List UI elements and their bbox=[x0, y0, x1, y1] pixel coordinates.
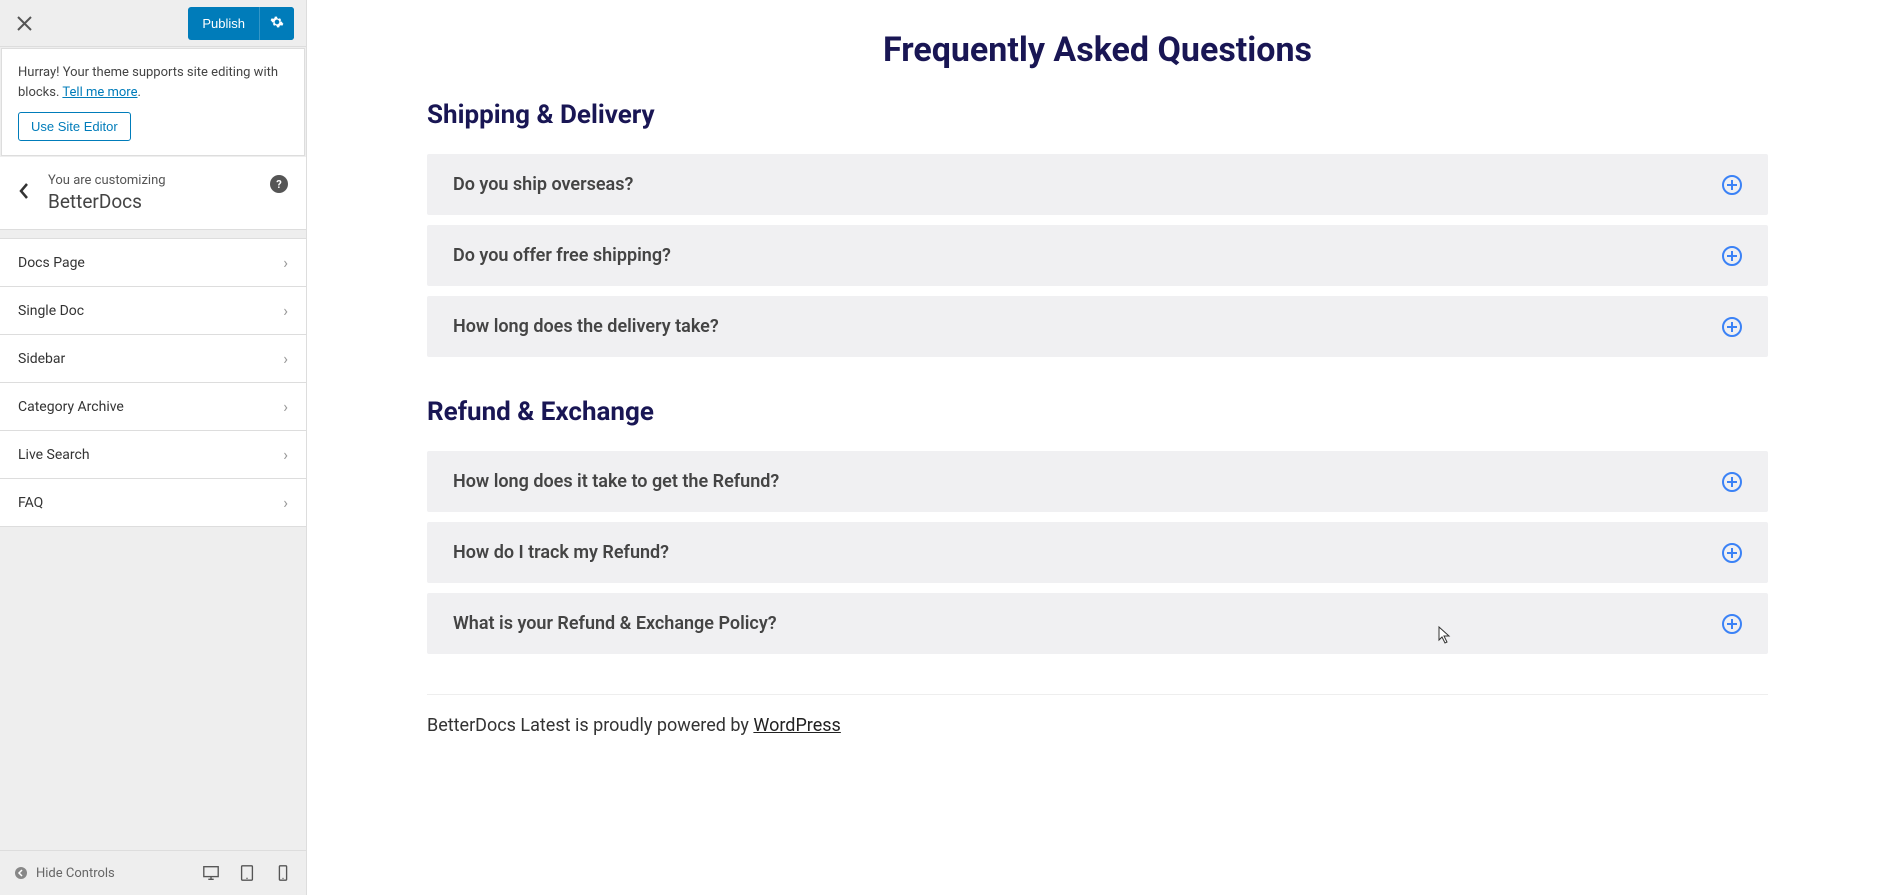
chevron-right-icon: › bbox=[283, 253, 288, 272]
close-icon bbox=[17, 16, 32, 31]
customizing-info: You are customizing BetterDocs bbox=[48, 173, 288, 213]
menu-item-label: FAQ bbox=[18, 495, 43, 511]
hide-controls-label: Hide Controls bbox=[36, 866, 115, 881]
faq-item[interactable]: How long does it take to get the Refund? bbox=[427, 451, 1768, 512]
mobile-icon[interactable] bbox=[274, 864, 292, 882]
customizing-label: You are customizing bbox=[48, 173, 288, 188]
menu-item-live-search[interactable]: Live Search › bbox=[0, 431, 306, 479]
publish-group: Publish bbox=[188, 7, 294, 40]
plus-icon bbox=[1722, 175, 1742, 195]
menu-list: Docs Page › Single Doc › Sidebar › Categ… bbox=[0, 238, 306, 527]
menu-item-faq[interactable]: FAQ › bbox=[0, 479, 306, 527]
faq-container: Frequently Asked Questions Shipping & De… bbox=[307, 0, 1888, 786]
menu-item-docs-page[interactable]: Docs Page › bbox=[0, 239, 306, 287]
gear-icon bbox=[270, 15, 284, 29]
faq-item[interactable]: How long does the delivery take? bbox=[427, 296, 1768, 357]
help-button[interactable]: ? bbox=[270, 175, 288, 193]
chevron-right-icon: › bbox=[283, 349, 288, 368]
menu-item-sidebar[interactable]: Sidebar › bbox=[0, 335, 306, 383]
faq-item[interactable]: Do you ship overseas? bbox=[427, 154, 1768, 215]
back-button[interactable] bbox=[18, 182, 30, 205]
close-button[interactable] bbox=[12, 11, 36, 35]
top-bar: Publish bbox=[0, 0, 306, 47]
notice-text-prefix: Hurray! Your theme supports site editing… bbox=[18, 65, 278, 100]
faq-question: Do you ship overseas? bbox=[453, 174, 633, 195]
menu-item-label: Single Doc bbox=[18, 303, 84, 319]
faq-section-title-refund: Refund & Exchange bbox=[427, 397, 1768, 427]
notice-text-suffix: . bbox=[137, 85, 140, 100]
preview-pane: Frequently Asked Questions Shipping & De… bbox=[307, 0, 1888, 895]
menu-item-single-doc[interactable]: Single Doc › bbox=[0, 287, 306, 335]
menu-item-label: Docs Page bbox=[18, 255, 85, 271]
faq-question: Do you offer free shipping? bbox=[453, 245, 671, 266]
menu-item-label: Category Archive bbox=[18, 399, 124, 415]
footer-text: BetterDocs Latest is proudly powered by … bbox=[427, 694, 1768, 756]
plus-icon bbox=[1722, 614, 1742, 634]
chevron-right-icon: › bbox=[283, 493, 288, 512]
menu-item-label: Live Search bbox=[18, 447, 90, 463]
menu-item-label: Sidebar bbox=[18, 351, 65, 367]
faq-page-title: Frequently Asked Questions bbox=[427, 30, 1768, 70]
faq-question: How long does the delivery take? bbox=[453, 316, 719, 337]
menu-item-category-archive[interactable]: Category Archive › bbox=[0, 383, 306, 431]
publish-settings-button[interactable] bbox=[259, 7, 294, 40]
faq-question: How do I track my Refund? bbox=[453, 542, 669, 563]
customizer-sidebar: Publish Hurray! Your theme supports site… bbox=[0, 0, 307, 895]
plus-icon bbox=[1722, 543, 1742, 563]
publish-button[interactable]: Publish bbox=[188, 8, 259, 39]
faq-item[interactable]: Do you offer free shipping? bbox=[427, 225, 1768, 286]
customizing-title: BetterDocs bbox=[48, 190, 288, 213]
chevron-left-icon bbox=[18, 182, 30, 200]
chevron-right-icon: › bbox=[283, 397, 288, 416]
customizing-header: You are customizing BetterDocs ? bbox=[0, 157, 306, 230]
faq-section-title-shipping: Shipping & Delivery bbox=[427, 100, 1768, 130]
chevron-right-icon: › bbox=[283, 301, 288, 320]
wordpress-link[interactable]: WordPress bbox=[753, 715, 840, 736]
chevron-right-icon: › bbox=[283, 445, 288, 464]
bottom-bar: Hide Controls bbox=[0, 850, 306, 895]
plus-icon bbox=[1722, 317, 1742, 337]
device-preview-icons bbox=[202, 864, 292, 882]
site-editor-notice: Hurray! Your theme supports site editing… bbox=[1, 48, 305, 156]
faq-question: What is your Refund & Exchange Policy? bbox=[453, 613, 777, 634]
tell-me-more-link[interactable]: Tell me more bbox=[62, 85, 137, 100]
faq-item[interactable]: How do I track my Refund? bbox=[427, 522, 1768, 583]
hide-controls-button[interactable]: Hide Controls bbox=[14, 866, 115, 881]
tablet-icon[interactable] bbox=[238, 864, 256, 882]
use-site-editor-button[interactable]: Use Site Editor bbox=[18, 112, 131, 141]
collapse-icon bbox=[14, 866, 28, 880]
footer-prefix: BetterDocs Latest is proudly powered by bbox=[427, 715, 753, 736]
plus-icon bbox=[1722, 472, 1742, 492]
faq-question: How long does it take to get the Refund? bbox=[453, 471, 779, 492]
faq-item[interactable]: What is your Refund & Exchange Policy? bbox=[427, 593, 1768, 654]
plus-icon bbox=[1722, 246, 1742, 266]
desktop-icon[interactable] bbox=[202, 864, 220, 882]
